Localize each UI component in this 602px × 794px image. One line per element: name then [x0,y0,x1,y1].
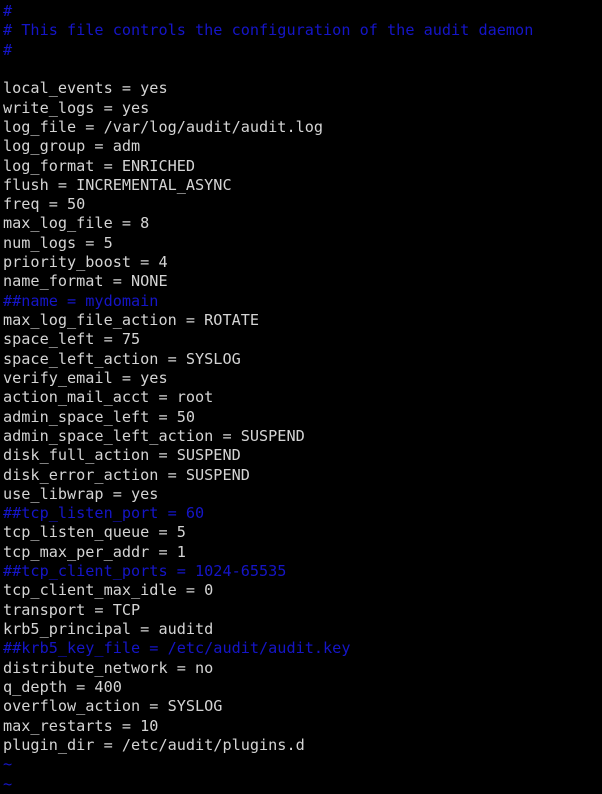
config-setting-line[interactable]: plugin_dir = /etc/audit/plugins.d [3,736,602,755]
config-setting-line[interactable]: verify_email = yes [3,369,602,388]
config-setting-line[interactable]: disk_error_action = SUSPEND [3,466,602,485]
config-comment-line[interactable]: ##krb5_key_file = /etc/audit/audit.key [3,639,602,658]
config-setting-line[interactable]: space_left = 75 [3,330,602,349]
config-setting-line[interactable]: transport = TCP [3,601,602,620]
config-comment-line[interactable]: # This file controls the configuration o… [3,21,602,40]
terminal-text-editor[interactable]: # # This file controls the configuration … [0,0,602,793]
config-setting-line[interactable]: action_mail_acct = root [3,388,602,407]
config-setting-line[interactable]: max_restarts = 10 [3,717,602,736]
config-setting-line[interactable]: name_format = NONE [3,272,602,291]
config-setting-line[interactable]: disk_full_action = SUSPEND [3,446,602,465]
empty-line-marker[interactable]: ~ [3,755,602,774]
config-comment-line[interactable]: ##name = mydomain [3,292,602,311]
config-comment-line[interactable]: ##tcp_listen_port = 60 [3,504,602,523]
config-setting-line[interactable]: local_events = yes [3,79,602,98]
config-setting-line[interactable]: admin_space_left = 50 [3,408,602,427]
config-setting-line[interactable]: log_format = ENRICHED [3,157,602,176]
config-setting-line[interactable]: max_log_file = 8 [3,214,602,233]
config-setting-line[interactable]: krb5_principal = auditd [3,620,602,639]
config-setting-line[interactable]: flush = INCREMENTAL_ASYNC [3,176,602,195]
config-setting-line[interactable]: space_left_action = SYSLOG [3,350,602,369]
config-setting-line[interactable]: tcp_max_per_addr = 1 [3,543,602,562]
config-comment-line[interactable]: # [3,2,602,21]
config-setting-line[interactable]: use_libwrap = yes [3,485,602,504]
config-setting-line[interactable]: overflow_action = SYSLOG [3,697,602,716]
config-setting-line[interactable]: distribute_network = no [3,659,602,678]
config-setting-line[interactable]: tcp_client_max_idle = 0 [3,581,602,600]
config-setting-line[interactable]: tcp_listen_queue = 5 [3,523,602,542]
config-setting-line[interactable]: max_log_file_action = ROTATE [3,311,602,330]
empty-line-marker[interactable]: ~ [3,775,602,794]
config-setting-line[interactable]: priority_boost = 4 [3,253,602,272]
config-setting-line[interactable]: freq = 50 [3,195,602,214]
config-setting-line[interactable]: admin_space_left_action = SUSPEND [3,427,602,446]
config-blank-line[interactable] [3,60,602,79]
config-setting-line[interactable]: log_file = /var/log/audit/audit.log [3,118,602,137]
config-setting-line[interactable]: q_depth = 400 [3,678,602,697]
config-setting-line[interactable]: log_group = adm [3,137,602,156]
config-setting-line[interactable]: num_logs = 5 [3,234,602,253]
config-comment-line[interactable]: # [3,41,602,60]
config-setting-line[interactable]: write_logs = yes [3,99,602,118]
config-comment-line[interactable]: ##tcp_client_ports = 1024-65535 [3,562,602,581]
